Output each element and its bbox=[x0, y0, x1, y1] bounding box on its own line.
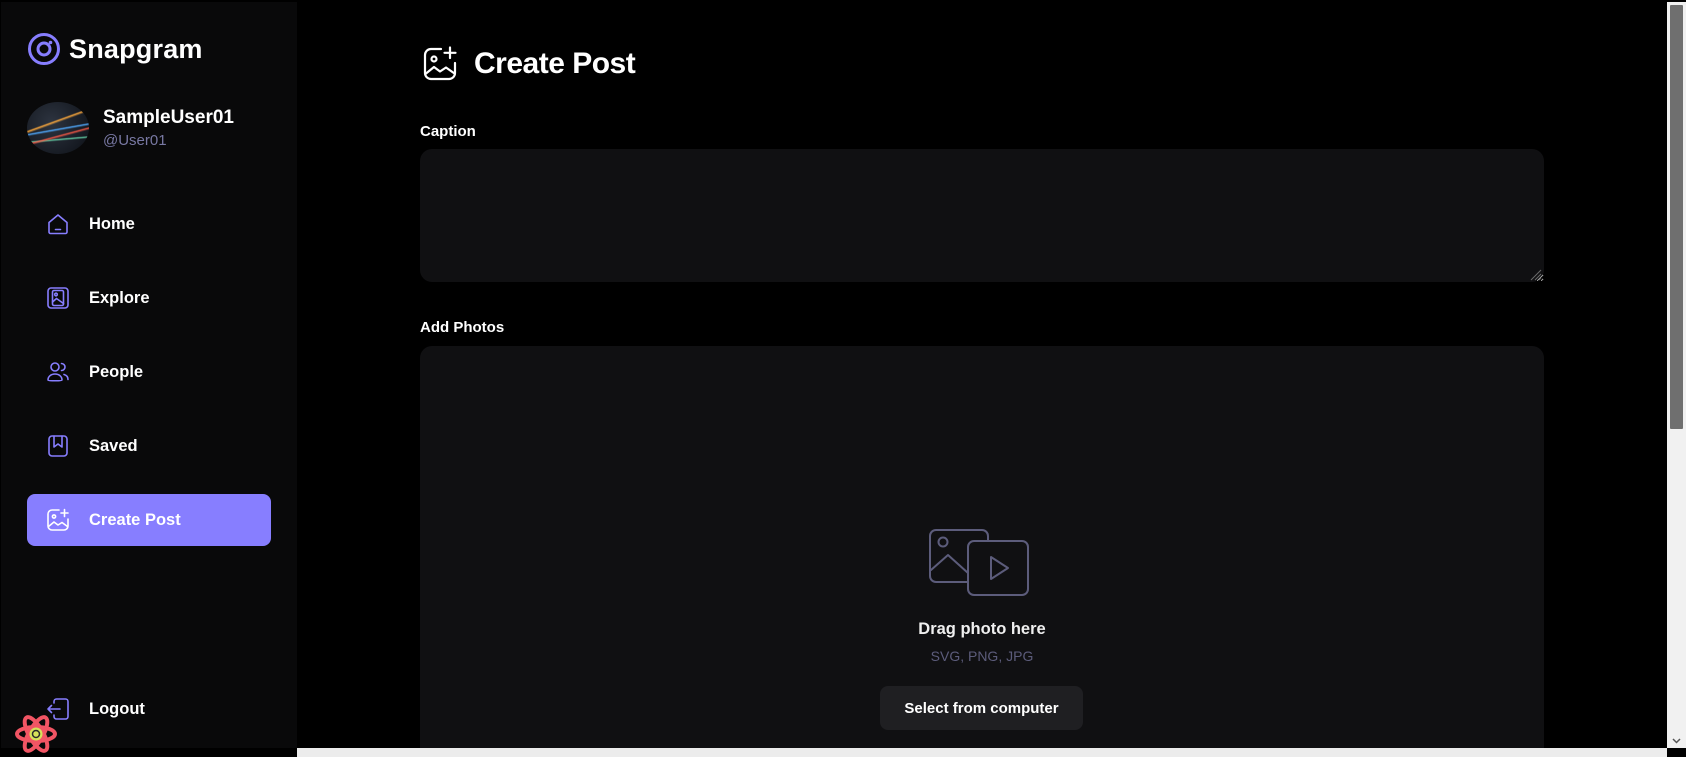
page-header: Create Post bbox=[420, 44, 636, 84]
home-icon bbox=[48, 214, 68, 235]
sidebar-item-create-post[interactable]: Create Post bbox=[27, 494, 271, 546]
gallery-add-icon bbox=[423, 46, 457, 81]
photo-dropzone[interactable]: Drag photo here SVG, PNG, JPG Select fro… bbox=[420, 346, 1544, 748]
add-photos-label: Add Photos bbox=[420, 319, 505, 336]
caption-label: Caption bbox=[420, 123, 476, 140]
app-logo[interactable]: Snapgram bbox=[27, 32, 203, 66]
gallery-add-icon bbox=[47, 508, 69, 531]
profile-handle: @User01 bbox=[103, 132, 167, 149]
page-title: Create Post bbox=[474, 47, 636, 80]
camera-lens-icon bbox=[28, 33, 60, 65]
vertical-scrollbar[interactable] bbox=[1667, 2, 1686, 748]
sidebar-item-saved[interactable]: Saved bbox=[27, 420, 271, 472]
sidebar-nav: Home Explore People Saved Create Post bbox=[27, 198, 271, 568]
sidebar-item-home[interactable]: Home bbox=[27, 198, 271, 250]
horizontal-scrollbar[interactable] bbox=[297, 748, 1667, 757]
logout-button[interactable]: Logout bbox=[27, 683, 271, 735]
sidebar-item-explore[interactable]: Explore bbox=[27, 272, 271, 324]
sidebar-item-label: Create Post bbox=[89, 510, 181, 529]
dropzone-formats: SVG, PNG, JPG bbox=[930, 648, 1034, 664]
select-from-computer-button[interactable]: Select from computer bbox=[880, 686, 1083, 730]
app-name: Snapgram bbox=[69, 33, 203, 64]
sidebar: Snapgram SampleUser01 @User01 Home Explo… bbox=[1, 2, 297, 748]
people-icon bbox=[47, 362, 69, 382]
sidebar-item-people[interactable]: People bbox=[27, 346, 271, 398]
dropzone-title: Drag photo here bbox=[918, 620, 1046, 638]
main-content: Create Post Caption Add Photos Drag phot… bbox=[297, 2, 1667, 748]
react-devtools-icon[interactable] bbox=[14, 714, 58, 754]
caption-field[interactable] bbox=[420, 149, 1544, 282]
sidebar-item-label: Home bbox=[89, 214, 135, 233]
bookmark-icon bbox=[48, 435, 68, 457]
user-profile-link[interactable]: SampleUser01 @User01 bbox=[27, 102, 234, 154]
profile-name: SampleUser01 bbox=[103, 107, 234, 128]
gallery-icon bbox=[47, 287, 69, 309]
sidebar-item-label: People bbox=[89, 362, 144, 381]
resize-grip-icon[interactable] bbox=[1528, 267, 1542, 281]
sidebar-item-label: Explore bbox=[89, 288, 150, 307]
scrollbar-thumb[interactable] bbox=[1670, 5, 1683, 429]
media-upload-icon bbox=[929, 529, 1029, 596]
avatar bbox=[27, 102, 89, 154]
logout-label: Logout bbox=[89, 699, 145, 718]
chevron-down-icon[interactable] bbox=[1671, 735, 1682, 746]
sidebar-item-label: Saved bbox=[89, 436, 138, 455]
